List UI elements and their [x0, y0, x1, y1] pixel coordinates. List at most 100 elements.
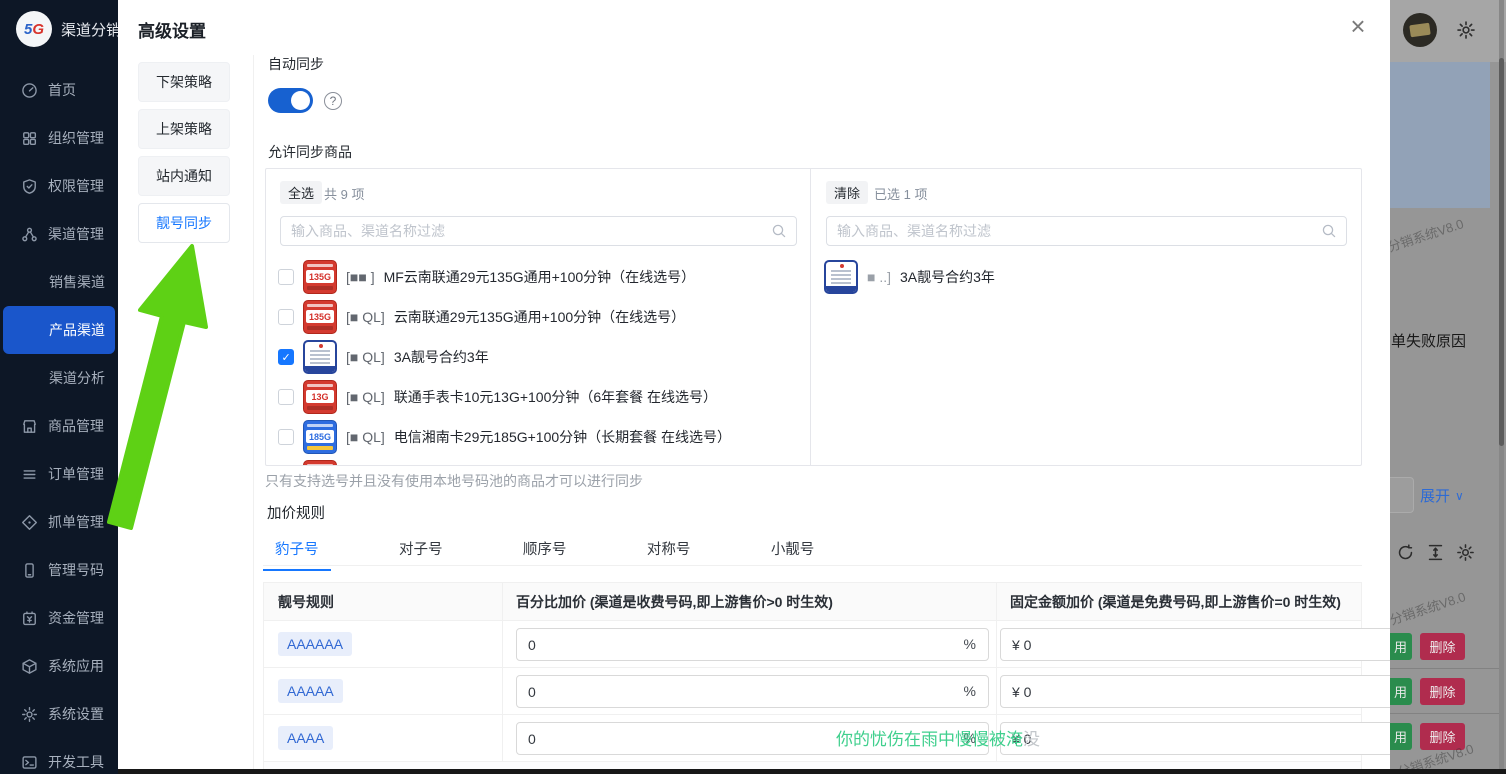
sidebar-item-orders[interactable]: 订单管理 — [0, 450, 118, 498]
refresh-icon[interactable] — [1396, 543, 1415, 562]
order-fail-reason-label: 单失败原因 — [1391, 330, 1466, 351]
fixed-markup-input[interactable] — [1012, 676, 1390, 707]
enable-button[interactable]: 用 — [1390, 723, 1412, 750]
select-all-button[interactable]: 全选 — [280, 181, 322, 204]
clear-button[interactable]: 清除 — [826, 181, 868, 204]
product-thumbnail — [303, 340, 337, 374]
tab-pair-number[interactable]: 对子号 — [387, 532, 455, 569]
markup-rules-table: 靓号规则 百分比加价 (渠道是收费号码,即上游售价>0 时生效) 固定金额加价 … — [263, 582, 1362, 770]
sidebar-item-sales-channel[interactable]: 销售渠道 — [0, 258, 118, 306]
checkbox[interactable] — [278, 269, 294, 285]
modal-tab-site-notice[interactable]: 站内通知 — [138, 156, 230, 196]
shop-icon — [21, 418, 38, 435]
product-thumbnail: 135G — [303, 300, 337, 334]
product-thumbnail: 135G — [303, 260, 337, 294]
diamond-icon — [21, 514, 38, 531]
list-item[interactable]: ■ ..] 3A靓号合约3年 — [812, 257, 1361, 297]
chevron-down-icon: ∨ — [1455, 489, 1464, 503]
background-partial-button[interactable] — [1390, 477, 1414, 513]
list-item[interactable]: 135G [■■ ] MF云南联通29元135G通用+100分钟（在线选号） — [266, 257, 810, 297]
sidebar-item-funds[interactable]: 资金管理 — [0, 594, 118, 642]
fixed-markup-input[interactable] — [1012, 723, 1390, 754]
sidebar-item-dev-tools[interactable]: 开发工具 — [0, 738, 118, 774]
checkbox[interactable] — [278, 309, 294, 325]
delete-button[interactable]: 删除 — [1420, 633, 1465, 660]
expand-link[interactable]: 展开 ∨ — [1420, 485, 1464, 506]
list-item[interactable]: [■ QL] 3A靓号合约3年 — [266, 337, 810, 377]
lyric-watermark: 你的忧伤在雨中慢慢被淹没 — [836, 725, 1040, 750]
help-icon[interactable]: ? — [324, 92, 342, 110]
rule-tag: AAAAAA — [278, 632, 352, 656]
search-icon — [771, 223, 787, 239]
tab-sequence-number[interactable]: 顺序号 — [511, 532, 579, 569]
sidebar-item-numbers[interactable]: 管理号码 — [0, 546, 118, 594]
sidebar-item-channel-analysis[interactable]: 渠道分析 — [0, 354, 118, 402]
source-search-input[interactable] — [291, 217, 703, 245]
avatar[interactable] — [1403, 13, 1437, 47]
sidebar-item-home[interactable]: 首页 — [0, 66, 118, 114]
target-search-input[interactable] — [837, 217, 1252, 245]
shield-icon — [21, 178, 38, 195]
app-sidebar: 5G 渠道分销 首页 组织管理 权限管理 渠道管理 销售渠道 产品渠道 渠道分析… — [0, 0, 118, 774]
sync-note: 只有支持选号并且没有使用本地号码池的商品才可以进行同步 — [265, 471, 643, 491]
source-search — [280, 216, 797, 246]
cube-icon — [21, 658, 38, 675]
gear-icon[interactable] — [1456, 20, 1476, 40]
sidebar-item-goods[interactable]: 商品管理 — [0, 402, 118, 450]
page-watermark: 分销系统V8.0 — [1390, 586, 1468, 628]
markup-tabs: 豹子号 对子号 顺序号 对称号 小靓号 — [263, 532, 1362, 566]
fixed-markup-input[interactable] — [1012, 629, 1390, 660]
table-row: AAAA % — [264, 715, 1361, 762]
tab-symmetric-number[interactable]: 对称号 — [635, 532, 703, 569]
close-icon[interactable]: × — [1340, 8, 1376, 44]
column-header-percent-markup: 百分比加价 (渠道是收费号码,即上游售价>0 时生效) — [502, 583, 996, 621]
column-header-rule: 靓号规则 — [264, 583, 502, 621]
transfer-target-panel: 清除 已选 1 项 ■ ..] 3A靓号合约3年 — [812, 169, 1361, 465]
table-row: 用 删除 — [1390, 678, 1506, 705]
dimmed-background-page: 单失败原因 展开 ∨ 用 删除 用 删除 用 删除 分销系统V8.0 分销系统V… — [1390, 0, 1506, 774]
list-item[interactable]: 185G [■ QL] 电信湘南卡29元185G+100分钟（长期套餐） — [266, 457, 810, 465]
page-bottom-edge — [118, 769, 1506, 774]
sidebar-item-grab-orders[interactable]: 抓单管理 — [0, 498, 118, 546]
source-list: 135G [■■ ] MF云南联通29元135G通用+100分钟（在线选号） 1… — [266, 257, 810, 465]
list-item[interactable]: 185G [■ QL] 电信湘南卡29元185G+100分钟（长期套餐 在线选号… — [266, 417, 810, 457]
enable-button[interactable]: 用 — [1390, 678, 1412, 705]
sidebar-item-org[interactable]: 组织管理 — [0, 114, 118, 162]
tab-small-nice-number[interactable]: 小靓号 — [759, 532, 827, 569]
gear-icon — [21, 706, 38, 723]
table-settings-gear-icon[interactable] — [1456, 543, 1475, 562]
auto-sync-toggle[interactable] — [268, 88, 313, 113]
modal-tab-onshelf-strategy[interactable]: 上架策略 — [138, 109, 230, 149]
checkbox[interactable] — [278, 429, 294, 445]
list-item[interactable]: 13G [■ QL] 联通手表卡10元13G+100分钟（6年套餐 在线选号） — [266, 377, 810, 417]
checkbox-checked[interactable] — [278, 349, 294, 365]
percent-markup-input[interactable] — [528, 629, 928, 660]
search-icon — [1321, 223, 1337, 239]
share-icon — [21, 226, 38, 243]
sidebar-nav: 首页 组织管理 权限管理 渠道管理 销售渠道 产品渠道 渠道分析 商品管理 订单… — [0, 66, 118, 774]
rule-tag: AAAA — [278, 726, 333, 750]
percent-markup-input[interactable] — [528, 676, 928, 707]
list-icon — [21, 466, 38, 483]
modal-tab-offshelf-strategy[interactable]: 下架策略 — [138, 62, 230, 102]
enable-button[interactable]: 用 — [1390, 633, 1412, 660]
sidebar-item-system-apps[interactable]: 系统应用 — [0, 642, 118, 690]
checkbox[interactable] — [278, 389, 294, 405]
sidebar-item-permission[interactable]: 权限管理 — [0, 162, 118, 210]
modal-tab-nice-number-sync[interactable]: 靓号同步 — [138, 203, 230, 243]
sidebar-item-channel[interactable]: 渠道管理 — [0, 210, 118, 258]
tab-leopard-number[interactable]: 豹子号 — [263, 532, 331, 571]
source-count: 共 9 项 — [324, 184, 364, 203]
fixed-input-wrap — [1000, 675, 1390, 708]
sidebar-item-system-settings[interactable]: 系统设置 — [0, 690, 118, 738]
list-item[interactable]: 135G [■ QL] 云南联通29元135G通用+100分钟（在线选号） — [266, 297, 810, 337]
product-thumbnail: 13G — [303, 380, 337, 414]
delete-button[interactable]: 删除 — [1420, 678, 1465, 705]
row-height-icon[interactable] — [1426, 543, 1445, 562]
allow-sync-label: 允许同步商品 — [268, 142, 352, 162]
transfer-source-panel: 全选 共 9 项 135G [■■ ] MF云南联通29元135G通用+100分… — [266, 169, 811, 465]
phone-icon — [21, 562, 38, 579]
sidebar-item-product-channel[interactable]: 产品渠道 — [3, 306, 115, 354]
table-row: 用 删除 — [1390, 633, 1506, 660]
scrollbar-thumb[interactable] — [1499, 58, 1504, 446]
